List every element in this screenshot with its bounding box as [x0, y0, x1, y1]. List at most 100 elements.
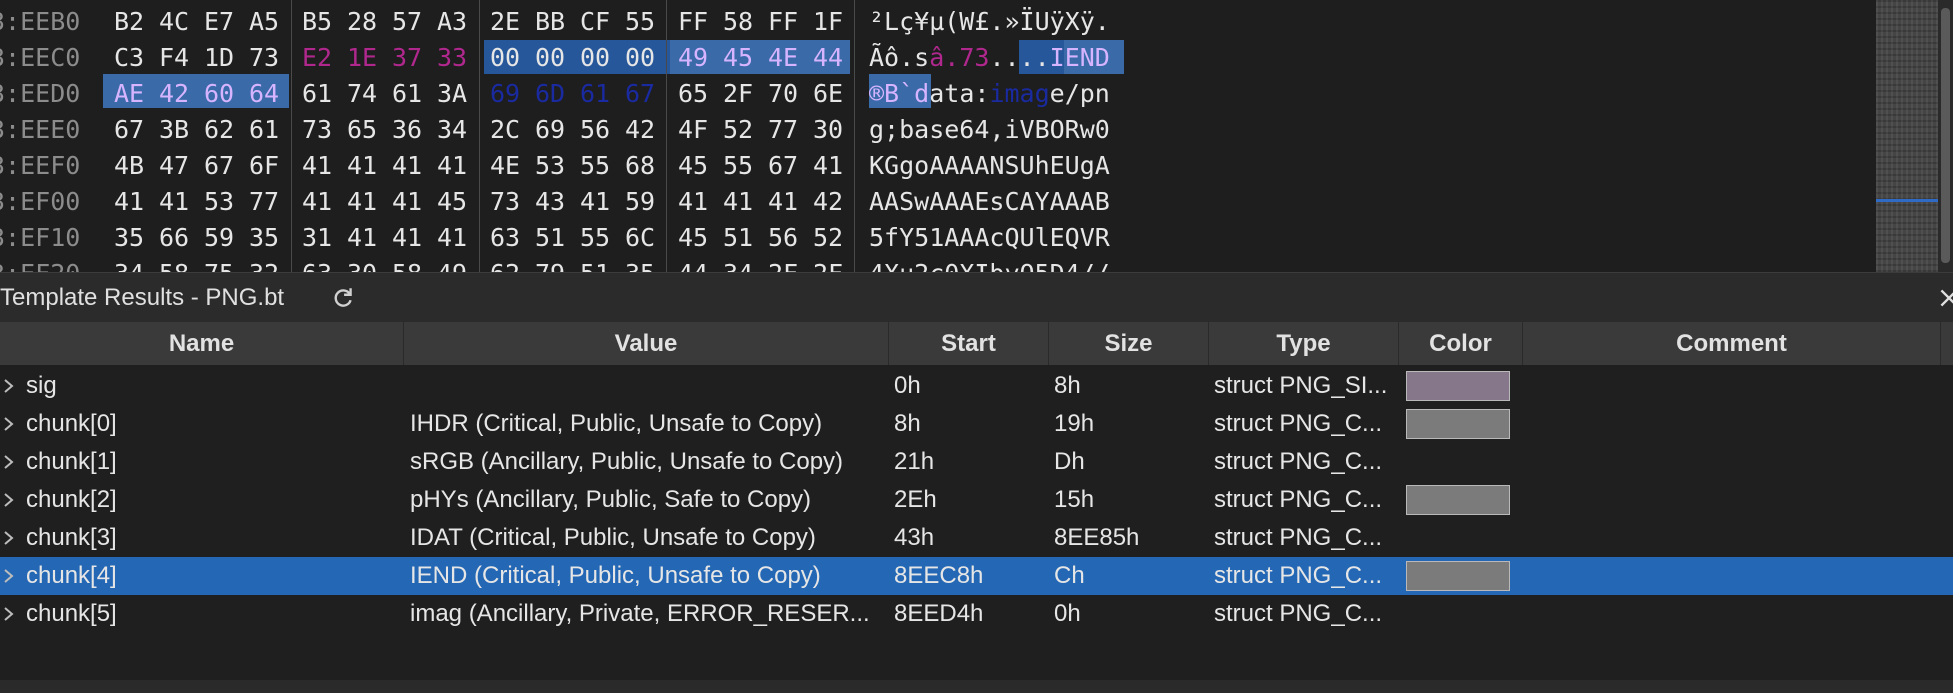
- hex-byte[interactable]: 1D: [197, 40, 241, 76]
- hex-byte[interactable]: BB: [528, 4, 572, 40]
- hex-row-ascii[interactable]: KGgoAAAANSUhEUgA: [869, 148, 1110, 184]
- hex-byte[interactable]: 41: [152, 184, 196, 220]
- hex-byte[interactable]: 75: [197, 256, 241, 272]
- hex-byte[interactable]: 2F: [761, 256, 805, 272]
- color-swatch[interactable]: [1406, 561, 1510, 591]
- hex-byte[interactable]: 4B: [107, 148, 151, 184]
- hex-row-ascii[interactable]: 4Xu2c0XIbyQ5D4//: [869, 256, 1110, 272]
- hex-byte[interactable]: 41: [340, 220, 384, 256]
- hex-byte[interactable]: 61: [385, 76, 429, 112]
- table-row[interactable]: chunk[2] pHYs (Ancillary, Public, Safe to…: [0, 481, 1953, 519]
- column-header-color[interactable]: Color: [1399, 322, 1523, 365]
- hex-byte[interactable]: 6E: [806, 76, 850, 112]
- chevron-right-icon[interactable]: [0, 567, 18, 585]
- hex-byte[interactable]: 57: [385, 4, 429, 40]
- table-row[interactable]: chunk[0] IHDR (Critical, Public, Unsafe t…: [0, 405, 1953, 443]
- hex-byte[interactable]: 49: [671, 40, 715, 76]
- hex-byte[interactable]: 1E: [340, 40, 384, 76]
- hex-byte[interactable]: 4E: [483, 148, 527, 184]
- hex-byte[interactable]: 41: [573, 184, 617, 220]
- hex-byte[interactable]: 64: [242, 76, 286, 112]
- hex-byte[interactable]: 51: [573, 256, 617, 272]
- hex-byte[interactable]: 6C: [618, 220, 662, 256]
- hex-byte[interactable]: 3A: [430, 76, 474, 112]
- hex-byte[interactable]: 33: [430, 40, 474, 76]
- column-header-value[interactable]: Value: [404, 322, 889, 365]
- hex-byte[interactable]: 32: [242, 256, 286, 272]
- color-swatch[interactable]: [1406, 409, 1510, 439]
- hex-byte[interactable]: 67: [107, 112, 151, 148]
- hex-byte[interactable]: C3: [107, 40, 151, 76]
- hex-byte[interactable]: A5: [242, 4, 286, 40]
- hex-byte[interactable]: 37: [385, 40, 429, 76]
- hex-byte[interactable]: 1F: [806, 4, 850, 40]
- hex-byte[interactable]: 41: [340, 148, 384, 184]
- hex-row-ascii[interactable]: ²Lç¥µ(W£.»ÏUÿXÿ.: [869, 4, 1110, 40]
- hex-byte[interactable]: 4E: [761, 40, 805, 76]
- hex-byte[interactable]: 67: [618, 76, 662, 112]
- hex-byte[interactable]: 67: [761, 148, 805, 184]
- hex-byte[interactable]: B2: [107, 4, 151, 40]
- hex-minimap[interactable]: [1876, 0, 1938, 272]
- hex-byte[interactable]: 59: [197, 220, 241, 256]
- hex-byte[interactable]: 36: [385, 112, 429, 148]
- color-swatch[interactable]: [1406, 371, 1510, 401]
- hex-byte[interactable]: 62: [197, 112, 241, 148]
- hex-byte[interactable]: 67: [197, 148, 241, 184]
- hex-byte[interactable]: 4F: [671, 112, 715, 148]
- hex-byte[interactable]: 41: [385, 184, 429, 220]
- hex-byte[interactable]: 58: [385, 256, 429, 272]
- hex-byte[interactable]: 65: [340, 112, 384, 148]
- color-swatch[interactable]: [1406, 485, 1510, 515]
- table-row[interactable]: chunk[5] imag (Ancillary, Private, ERROR_…: [0, 595, 1953, 633]
- hex-row[interactable]: 3:EF1035665935314141416351556C455156525f…: [0, 220, 1876, 256]
- hex-byte[interactable]: 77: [242, 184, 286, 220]
- hex-byte[interactable]: 2C: [483, 112, 527, 148]
- hex-byte[interactable]: 41: [385, 220, 429, 256]
- hex-byte[interactable]: 31: [295, 220, 339, 256]
- hex-byte[interactable]: CF: [573, 4, 617, 40]
- hex-byte[interactable]: A3: [430, 4, 474, 40]
- hex-byte[interactable]: 41: [430, 148, 474, 184]
- table-row[interactable]: chunk[4] IEND (Critical, Public, Unsafe t…: [0, 557, 1953, 595]
- hex-byte[interactable]: 35: [107, 220, 151, 256]
- hex-byte[interactable]: 35: [242, 220, 286, 256]
- hex-byte[interactable]: 55: [573, 220, 617, 256]
- hex-byte[interactable]: 28: [340, 4, 384, 40]
- hex-row-ascii[interactable]: g;base64,iVBORw0: [869, 112, 1110, 148]
- table-row[interactable]: sig 0h 8h struct PNG_SI...: [0, 367, 1953, 405]
- column-header-comment[interactable]: Comment: [1523, 322, 1941, 365]
- hex-byte[interactable]: 42: [806, 184, 850, 220]
- hex-byte[interactable]: 58: [152, 256, 196, 272]
- hex-row[interactable]: 3:EED0AE4260646174613A696D6167652F706E®B…: [0, 76, 1876, 112]
- hex-byte[interactable]: 44: [806, 40, 850, 76]
- hex-byte[interactable]: 47: [152, 148, 196, 184]
- hex-byte[interactable]: 45: [430, 184, 474, 220]
- hex-byte[interactable]: 41: [716, 184, 760, 220]
- hex-byte[interactable]: 41: [761, 184, 805, 220]
- hex-byte[interactable]: 41: [107, 184, 151, 220]
- hex-byte[interactable]: 52: [716, 112, 760, 148]
- chevron-right-icon[interactable]: [0, 491, 18, 509]
- hex-byte[interactable]: 60: [197, 76, 241, 112]
- hex-byte[interactable]: 79: [528, 256, 572, 272]
- hex-byte[interactable]: 55: [573, 148, 617, 184]
- hex-byte[interactable]: 00: [573, 40, 617, 76]
- hex-editor-pane[interactable]: 3:EEB0B24CE7A5B52857A32EBBCF55FF58FF1F²L…: [0, 0, 1876, 272]
- hex-byte[interactable]: 44: [671, 256, 715, 272]
- close-icon[interactable]: [1936, 285, 1953, 311]
- table-horizontal-scrollbar[interactable]: [0, 680, 1953, 693]
- hex-byte[interactable]: 2F: [806, 256, 850, 272]
- hex-row[interactable]: 3:EEB0B24CE7A5B52857A32EBBCF55FF58FF1F²L…: [0, 4, 1876, 40]
- refresh-icon[interactable]: [330, 285, 356, 311]
- hex-byte[interactable]: 66: [152, 220, 196, 256]
- hex-byte[interactable]: 73: [483, 184, 527, 220]
- hex-byte[interactable]: 53: [528, 148, 572, 184]
- hex-byte[interactable]: 41: [295, 148, 339, 184]
- hex-byte[interactable]: 52: [806, 220, 850, 256]
- hex-byte[interactable]: 65: [671, 76, 715, 112]
- chevron-right-icon[interactable]: [0, 377, 18, 395]
- column-header-start[interactable]: Start: [889, 322, 1049, 365]
- hex-byte[interactable]: 41: [385, 148, 429, 184]
- hex-byte[interactable]: 69: [528, 112, 572, 148]
